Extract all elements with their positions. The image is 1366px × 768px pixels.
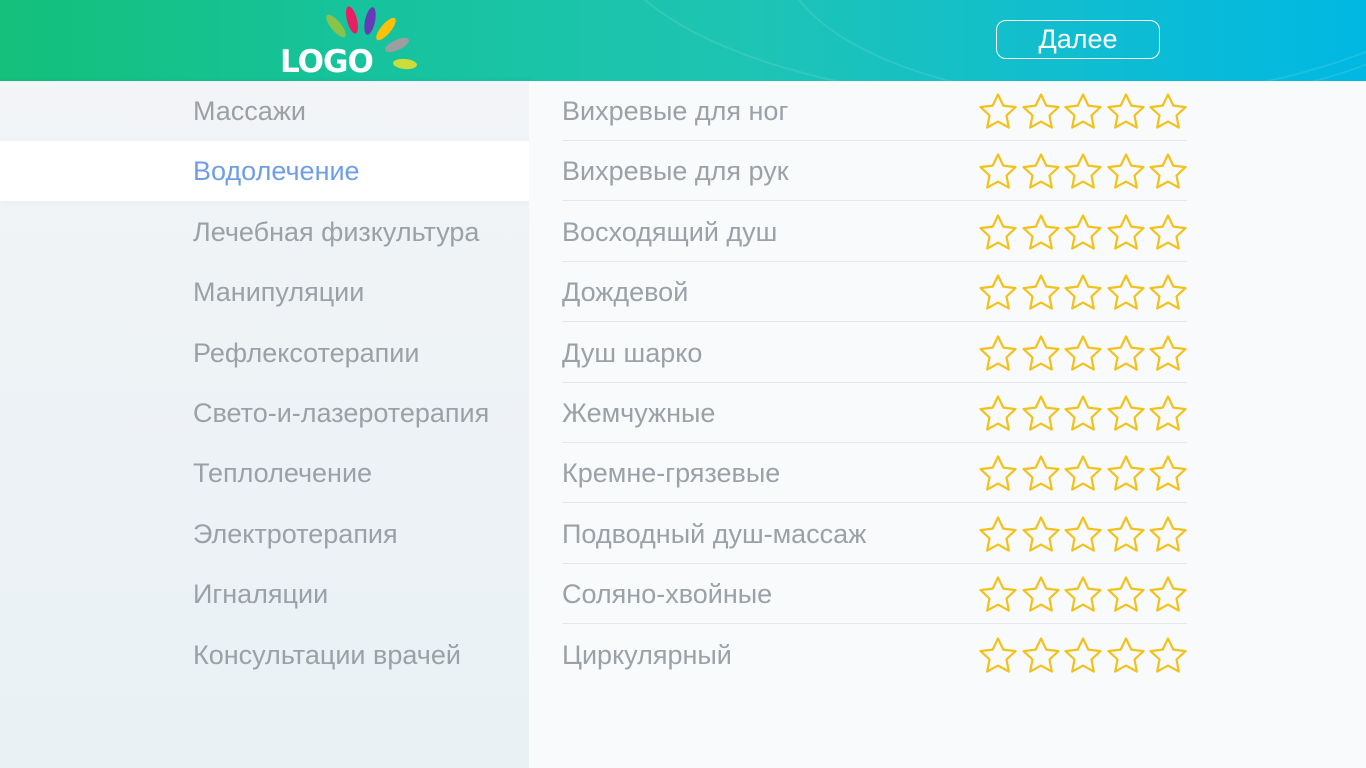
star-icon[interactable] xyxy=(978,92,1021,130)
star-rating[interactable] xyxy=(978,334,1191,372)
procedure-label: Жемчужные xyxy=(562,398,716,428)
star-icon[interactable] xyxy=(1063,515,1106,553)
procedure-label: Вихревые для рук xyxy=(562,156,789,187)
star-icon[interactable] xyxy=(1106,515,1149,553)
star-rating[interactable] xyxy=(978,636,1191,674)
sidebar-item-category[interactable]: Массажи xyxy=(0,81,529,141)
star-rating[interactable] xyxy=(978,273,1191,311)
star-icon[interactable] xyxy=(978,213,1021,251)
star-icon[interactable] xyxy=(1021,636,1064,674)
star-icon[interactable] xyxy=(978,273,1021,311)
sidebar-item-category[interactable]: Игналяции xyxy=(0,564,529,624)
star-icon[interactable] xyxy=(1148,334,1191,372)
star-icon[interactable] xyxy=(1063,394,1106,432)
star-icon[interactable] xyxy=(1063,636,1106,674)
procedure-row: Подводный душ-массаж xyxy=(562,504,1187,564)
procedure-label: Восходящий душ xyxy=(562,216,778,247)
procedure-row: Вихревые для ног xyxy=(562,81,1187,141)
star-icon[interactable] xyxy=(1148,92,1191,130)
header-bar: LOGO Далее xyxy=(0,0,1366,81)
star-icon[interactable] xyxy=(978,636,1021,674)
star-rating[interactable] xyxy=(978,515,1191,553)
sidebar-item-category[interactable]: Лечебная физкультура xyxy=(0,202,529,262)
procedure-row: Жемчужные xyxy=(562,383,1187,443)
star-icon[interactable] xyxy=(1106,213,1149,251)
star-rating[interactable] xyxy=(978,454,1191,492)
star-icon[interactable] xyxy=(978,454,1021,492)
star-icon[interactable] xyxy=(1063,334,1106,372)
star-icon[interactable] xyxy=(1063,152,1106,190)
next-button[interactable]: Далее xyxy=(996,20,1160,59)
procedure-label: Циркулярный xyxy=(562,639,732,670)
star-icon[interactable] xyxy=(1148,273,1191,311)
star-icon[interactable] xyxy=(1063,575,1106,613)
procedure-label: Душ шарко xyxy=(562,337,703,368)
star-icon[interactable] xyxy=(1148,515,1191,553)
logo-text: LOGO xyxy=(280,44,374,80)
star-icon[interactable] xyxy=(1063,454,1106,492)
procedure-row: Кремне-грязевые xyxy=(562,443,1187,504)
star-icon[interactable] xyxy=(1063,273,1106,311)
sidebar-item-category[interactable]: Теплолечение xyxy=(0,443,529,503)
star-icon[interactable] xyxy=(1021,334,1064,372)
star-icon[interactable] xyxy=(1148,394,1191,432)
star-icon[interactable] xyxy=(1148,575,1191,613)
star-icon[interactable] xyxy=(1021,92,1064,130)
star-rating[interactable] xyxy=(978,575,1191,613)
star-icon[interactable] xyxy=(1106,575,1149,613)
star-icon[interactable] xyxy=(978,394,1021,432)
star-icon[interactable] xyxy=(978,334,1021,372)
star-icon[interactable] xyxy=(1106,92,1149,130)
procedure-list: Вихревые для ног Вихревые для рук Восходящ… xyxy=(529,81,1366,768)
logo[interactable]: LOGO xyxy=(276,4,426,80)
procedure-label: Вихревые для ног xyxy=(562,96,789,126)
procedure-row: Дождевой xyxy=(562,262,1187,323)
star-icon[interactable] xyxy=(1106,152,1149,190)
sidebar-item-category[interactable]: Рефлексотерапии xyxy=(0,323,529,383)
sidebar-item-category[interactable]: Манипуляции xyxy=(0,262,529,322)
star-rating[interactable] xyxy=(978,394,1191,432)
star-icon[interactable] xyxy=(978,575,1021,613)
star-icon[interactable] xyxy=(1021,213,1064,251)
procedure-row: Соляно-хвойные xyxy=(562,564,1187,625)
star-icon[interactable] xyxy=(1063,92,1106,130)
procedure-label: Дождевой xyxy=(562,277,689,308)
procedure-row: Душ шарко xyxy=(562,323,1187,383)
star-icon[interactable] xyxy=(1021,454,1064,492)
star-icon[interactable] xyxy=(1148,636,1191,674)
star-icon[interactable] xyxy=(1106,454,1149,492)
star-rating[interactable] xyxy=(978,213,1191,251)
star-icon[interactable] xyxy=(1106,394,1149,432)
sidebar-item-category[interactable]: Водолечение xyxy=(0,141,529,202)
sidebar-item-category[interactable]: Электротерапия xyxy=(0,504,529,564)
star-icon[interactable] xyxy=(978,152,1021,190)
star-icon[interactable] xyxy=(1021,273,1064,311)
procedure-label: Соляно-хвойные xyxy=(562,579,773,610)
star-icon[interactable] xyxy=(1148,454,1191,492)
procedure-row: Восходящий душ xyxy=(562,202,1187,262)
star-icon[interactable] xyxy=(1021,575,1064,613)
star-icon[interactable] xyxy=(1148,213,1191,251)
procedure-label: Кремне-грязевые xyxy=(562,458,781,489)
procedure-row: Циркулярный xyxy=(562,625,1187,685)
procedure-row: Вихревые для рук xyxy=(562,141,1187,202)
star-icon[interactable] xyxy=(1106,636,1149,674)
sidebar-item-category[interactable]: Свето-и-лазеротерапия xyxy=(0,383,529,443)
star-rating[interactable] xyxy=(978,152,1191,190)
star-icon[interactable] xyxy=(1106,334,1149,372)
category-sidebar: Массажи Водолечение Лечебная физкультура Ма… xyxy=(0,81,529,768)
star-icon[interactable] xyxy=(1148,152,1191,190)
star-icon[interactable] xyxy=(1021,152,1064,190)
sidebar-item-category[interactable]: Консультации врачей xyxy=(0,625,529,685)
star-icon[interactable] xyxy=(1021,515,1064,553)
star-rating[interactable] xyxy=(978,92,1191,130)
star-icon[interactable] xyxy=(978,515,1021,553)
star-icon[interactable] xyxy=(1021,394,1064,432)
star-icon[interactable] xyxy=(1063,213,1106,251)
star-icon[interactable] xyxy=(1106,273,1149,311)
procedure-label: Подводный душ-массаж xyxy=(562,518,867,549)
